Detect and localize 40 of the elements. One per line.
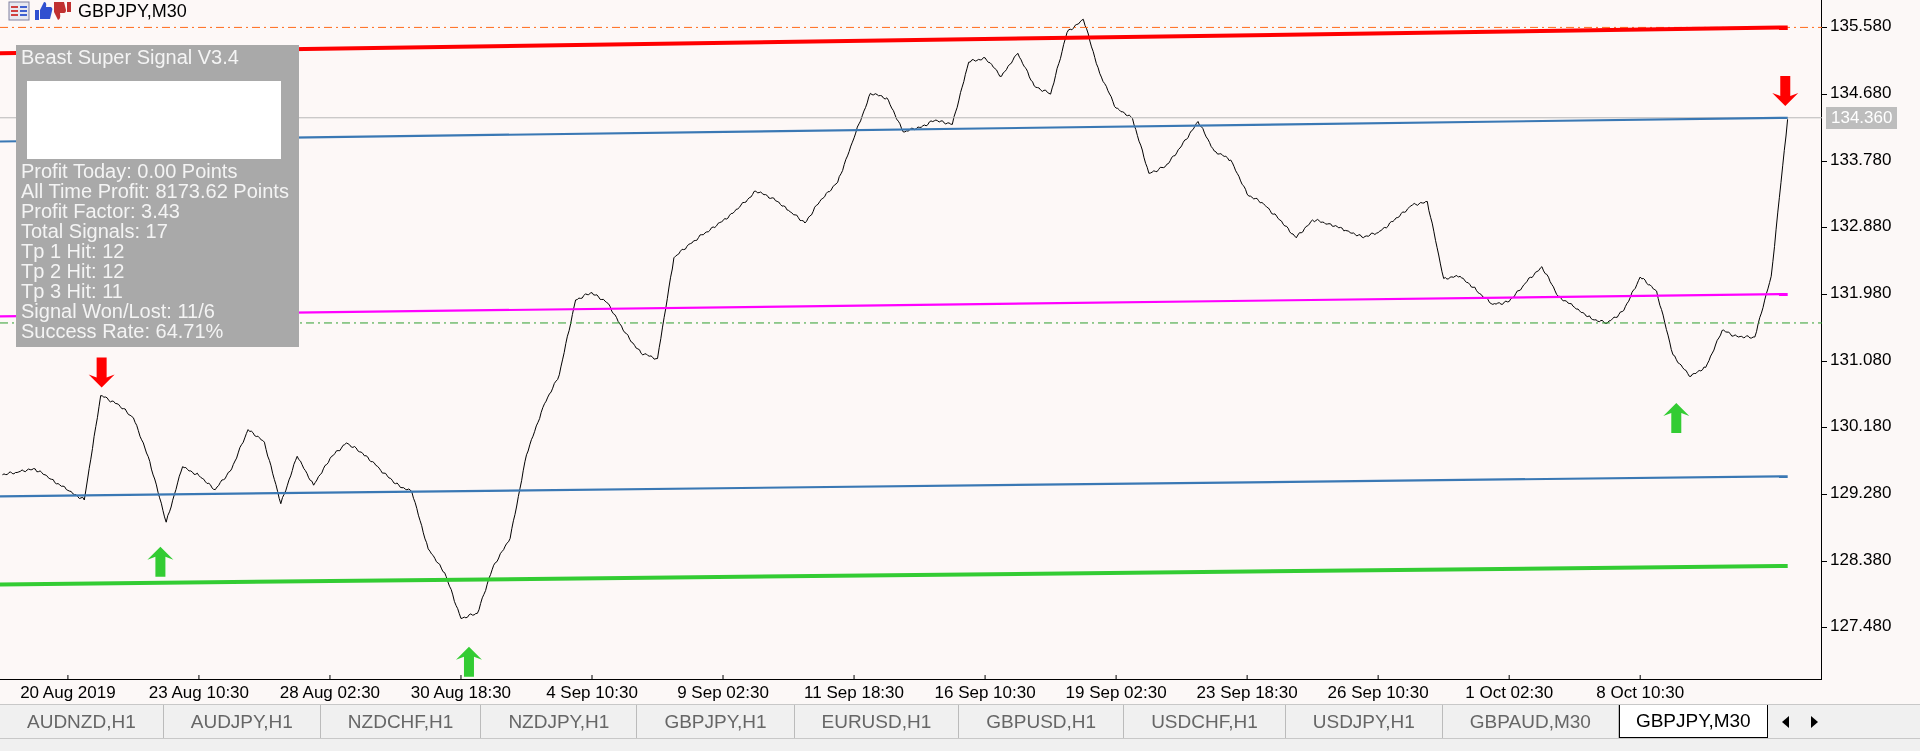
stat-line: Tp 2 Hit: 12 [21,261,126,281]
axis-label: 4 Sep 10:30 [546,683,638,703]
axis-label: 127.480 [1830,616,1892,637]
axis-label: 30 Aug 18:30 [410,683,512,703]
axis-label: 11 Sep 18:30 [804,683,904,703]
chart-title: GBPJPY,M30 [78,0,187,22]
stat-line: All Time Profit: 8173.62 Points [21,181,289,201]
axis-label: 1 Oct 02:30 [1465,683,1554,703]
axis-label: 135.580 [1830,16,1892,37]
axis-label: 23 Sep 18:30 [1196,683,1298,703]
axis-label: 16 Sep 10:30 [934,683,1036,703]
stat-line: Signal Won/Lost: 11/6 [21,301,216,321]
current-price-label: 134.360 [1826,106,1898,129]
stat-line: Profit Factor: 3.43 [21,201,181,221]
axis-label: 26 Sep 10:30 [1327,683,1429,703]
up-arrow [455,646,482,677]
axis-label: 130.180 [1830,416,1892,437]
axis-label: 8 Oct 10:30 [1596,683,1685,703]
axis-label: 19 Sep 02:30 [1065,683,1167,703]
down-arrow [88,357,115,388]
axis-label: 28 Aug 02:30 [279,683,381,703]
down-arrow [1772,75,1799,106]
chart-window-icon[interactable] [8,1,30,21]
axis-label: 128.380 [1830,549,1892,570]
axis-label: 23 Aug 10:30 [148,683,250,703]
axis-label: 134.680 [1830,83,1892,104]
axis-label: 131.080 [1830,349,1892,370]
axis-label: 20 Aug 2019 [20,683,116,703]
axis-label: 132.880 [1830,216,1892,237]
up-arrow [147,546,174,577]
axis-label: 131.980 [1830,283,1892,304]
thumbs-icon [32,0,72,22]
stat-line: Success Rate: 64.71% [21,321,225,341]
panel-title: Beast Super Signal V3.4 [21,47,240,67]
axis-label: 129.280 [1830,483,1892,504]
stat-line: Tp 1 Hit: 12 [21,241,125,261]
axis-label: 9 Sep 02:30 [677,683,769,703]
chart-tab[interactable]: GBPJPY,M30 [1618,705,1768,738]
axis-label: 133.780 [1830,149,1892,170]
up-arrow [1663,402,1690,433]
